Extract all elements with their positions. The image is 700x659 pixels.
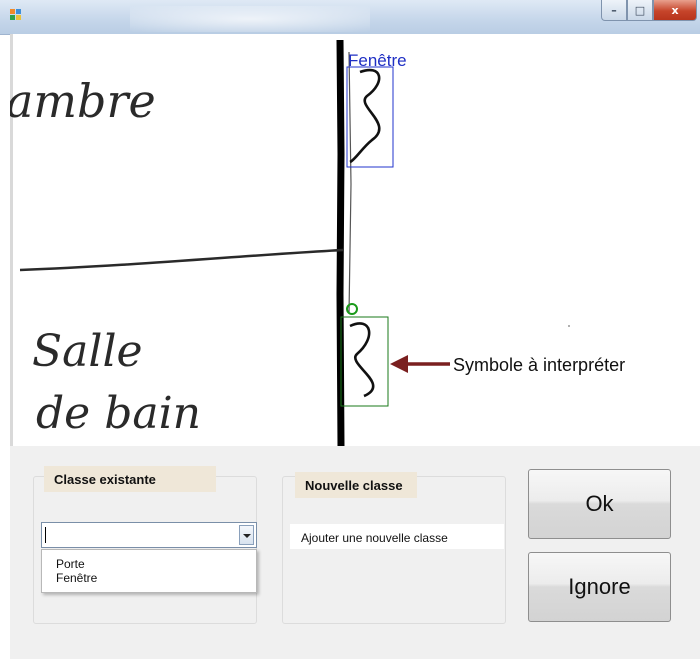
window-symbol	[349, 68, 381, 164]
floor-plan-sketch: ambre Salle de bain	[10, 34, 570, 446]
app-icon	[10, 9, 22, 21]
ok-button[interactable]: Ok	[528, 469, 671, 539]
chevron-down-icon	[243, 534, 251, 538]
handwriting-de-bain: de bain	[36, 388, 201, 439]
existing-class-title: Classe existante	[44, 466, 216, 492]
maximize-button[interactable]: □	[627, 0, 653, 21]
annotation-label: Symbole à interpréter	[453, 355, 626, 375]
ignore-button[interactable]: Ignore	[528, 552, 671, 622]
new-class-input[interactable]: Ajouter une nouvelle classe	[290, 524, 504, 549]
window-controls: – □ x	[601, 0, 697, 22]
text-caret	[45, 527, 46, 543]
existing-class-dropdown-list: Porte Fenêtre	[41, 549, 257, 593]
new-class-group	[282, 476, 506, 624]
room-divider-line	[19, 248, 344, 272]
dropdown-option-porte[interactable]: Porte	[56, 557, 85, 571]
candidate-symbol-box	[340, 316, 389, 407]
close-button[interactable]: x	[653, 0, 697, 21]
minimize-button[interactable]: –	[601, 0, 627, 21]
new-class-title: Nouvelle classe	[295, 472, 417, 498]
title-bar[interactable]: – □ x	[0, 0, 700, 35]
speck	[568, 325, 570, 327]
guide-line	[348, 51, 352, 315]
detected-class-label: Fenêtre	[348, 51, 407, 70]
unknown-symbol	[349, 322, 375, 398]
detected-symbol-box	[346, 66, 394, 168]
pointer-arrow-head	[390, 355, 408, 373]
classification-panel: Classe existante Porte Fenêtre Nouvelle …	[10, 446, 700, 659]
dropdown-option-fenetre[interactable]: Fenêtre	[56, 571, 97, 585]
drawing-canvas[interactable]: ambre Salle de bain Fenêtre Symbole à in…	[10, 34, 700, 446]
handwriting-chambre: ambre	[10, 74, 156, 128]
dropdown-button[interactable]	[239, 525, 254, 545]
handwriting-salle: Salle	[32, 326, 143, 377]
window-title	[130, 6, 370, 32]
existing-class-combobox[interactable]	[41, 522, 257, 548]
